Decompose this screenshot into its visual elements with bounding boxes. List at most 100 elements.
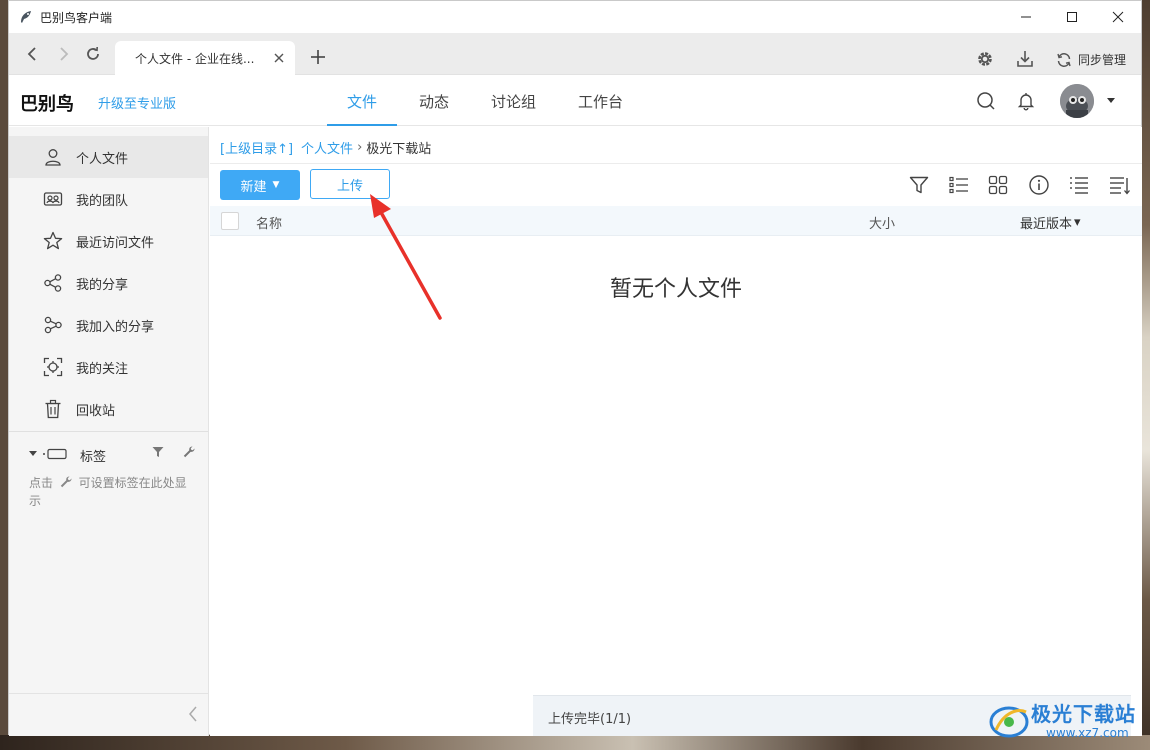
wrench-icon[interactable] [183,446,195,458]
title-bar: 巴别鸟客户端 [9,1,1141,33]
tab-close-icon[interactable] [273,52,285,64]
sidebar-item-label: 我的团队 [76,193,129,209]
new-tab-plus-icon[interactable] [311,50,325,64]
app-header: 巴别鸟 升级至专业版 文件 动态 讨论组 工作台 [9,76,1141,126]
filter-icon[interactable] [152,446,164,458]
download-icon[interactable] [1015,49,1035,69]
trash-icon [45,399,61,419]
sidebar-item-label: 回收站 [76,403,116,419]
sort-icon[interactable] [1068,174,1090,196]
tags-hint-suffix: 可设置标签在此处显示 [29,476,187,508]
breadcrumb-current: 极光下载站 [366,142,432,157]
sidebar-item-label: 我加入的分享 [76,319,155,335]
tags-label: 标签 [80,450,107,465]
watermark-url: www.xz7.com [1046,726,1129,740]
sidebar-item-recent-files[interactable]: 最近访问文件 [9,220,208,262]
minimize-button[interactable] [1003,1,1049,33]
joined-share-icon [44,316,62,334]
sync-manage-button[interactable]: 同步管理 [1056,51,1126,68]
forward-arrow-icon[interactable] [55,46,71,62]
column-header-size[interactable]: 大小 [869,213,895,232]
caret-down-icon[interactable] [1107,98,1115,104]
tags-hint: 点击 可设置标签在此处显示 [29,474,194,510]
sidebar-item-recycle-bin[interactable]: 回收站 [9,388,208,430]
avatar-image [1060,84,1094,118]
team-icon [43,192,63,206]
sidebar-item-joined-shares[interactable]: 我加入的分享 [9,304,208,346]
sort-caret-icon: ▾ [1074,215,1081,230]
main-nav-tabs: 文件 动态 讨论组 工作台 [327,76,645,126]
select-all-checkbox[interactable] [221,212,239,230]
app-logo-icon [21,11,31,23]
caret-down-icon[interactable] [29,451,37,457]
new-button-label: 新建 [240,179,267,195]
file-content-area: [上级目录↑] 个人文件 › 极光下载站 新建 ▼ 上传 名称 大小 最近版本 … [210,127,1142,736]
new-dropdown-caret: ▼ [272,180,280,190]
parent-directory-link[interactable]: [上级目录↑] [220,138,293,157]
upload-status-text: 上传完毕(1/1) [548,712,632,727]
close-icon [1112,11,1124,23]
sidebar-item-my-shares[interactable]: 我的分享 [9,262,208,304]
avatar[interactable] [1060,84,1094,118]
upload-button[interactable]: 上传 [310,169,390,199]
back-arrow-icon[interactable] [25,46,41,62]
breadcrumb-divider [210,163,1142,164]
tags-hint-prefix: 点击 [29,476,54,490]
breadcrumb-root-link[interactable]: 个人文件 [301,138,353,157]
sidebar: 个人文件 我的团队 最近访问文件 我的分享 我加入的分享 我的关注 回收站 标签… [9,127,209,736]
desktop-background-right [1142,0,1150,750]
tab-activity[interactable]: 动态 [399,76,469,126]
maximize-icon [1067,12,1077,22]
sidebar-item-label: 我的关注 [76,361,129,377]
column-header-name[interactable]: 名称 [256,213,282,232]
tab-workbench[interactable]: 工作台 [558,76,643,126]
desktop-background-bottom [0,735,1150,750]
new-button[interactable]: 新建 ▼ [220,170,300,200]
sidebar-item-my-focus[interactable]: 我的关注 [9,346,208,388]
site-watermark: 极光下载站 www.xz7.com [988,696,1148,744]
brand-name: 巴别鸟 [20,94,74,115]
grid-view-icon[interactable] [987,174,1009,196]
minimize-icon [1021,16,1031,18]
file-table-header: 名称 大小 最近版本 ▾ [210,206,1142,236]
tags-section-header: 标签 [9,443,208,465]
list-view-icon[interactable] [948,174,970,196]
detail-list-icon[interactable] [1108,174,1130,196]
filter-icon[interactable] [908,174,930,196]
sync-manage-label: 同步管理 [1078,53,1127,67]
sidebar-item-label: 最近访问文件 [76,235,155,251]
watermark-logo-icon [989,706,1029,738]
sidebar-bottom-divider [9,693,208,694]
settings-gear-icon[interactable] [975,49,995,69]
tab-discussion[interactable]: 讨论组 [471,76,556,126]
search-icon[interactable] [976,91,996,111]
close-window-button[interactable] [1095,1,1141,33]
watermark-text: 极光下载站 [1031,702,1136,726]
star-icon [43,231,63,250]
browser-tab[interactable]: 个人文件 - 企业在线... [115,41,295,75]
sidebar-item-personal-files[interactable]: 个人文件 [9,136,208,178]
column-header-latest-version[interactable]: 最近版本 ▾ [1020,213,1081,232]
maximize-button[interactable] [1049,1,1095,33]
column-header-latest-version-label: 最近版本 [1020,217,1073,232]
bell-icon[interactable] [1016,91,1036,111]
upgrade-link[interactable]: 升级至专业版 [98,93,176,112]
app-window: 巴别鸟客户端 个人文件 - 企业在线... 同步管理 巴别鸟 升级至专业版 文件… [8,0,1142,736]
tag-icon [43,448,67,460]
focus-icon [43,357,63,377]
sidebar-divider [9,431,208,432]
browser-tab-bar: 个人文件 - 企业在线... 同步管理 [9,33,1141,75]
wrench-icon [60,476,72,488]
info-icon[interactable] [1028,174,1050,196]
share-icon [44,274,62,292]
tab-files[interactable]: 文件 [327,76,398,126]
window-title: 巴别鸟客户端 [40,10,113,25]
sync-icon [1057,52,1071,67]
window-controls [1003,1,1141,33]
collapse-sidebar-chevron-icon[interactable] [187,705,199,723]
tab-label: 个人文件 - 企业在线... [135,51,255,66]
sidebar-item-my-team[interactable]: 我的团队 [9,178,208,220]
sidebar-item-label: 我的分享 [76,277,129,293]
refresh-icon[interactable] [85,46,101,62]
breadcrumb: [上级目录↑] 个人文件 › 极光下载站 [220,138,431,157]
